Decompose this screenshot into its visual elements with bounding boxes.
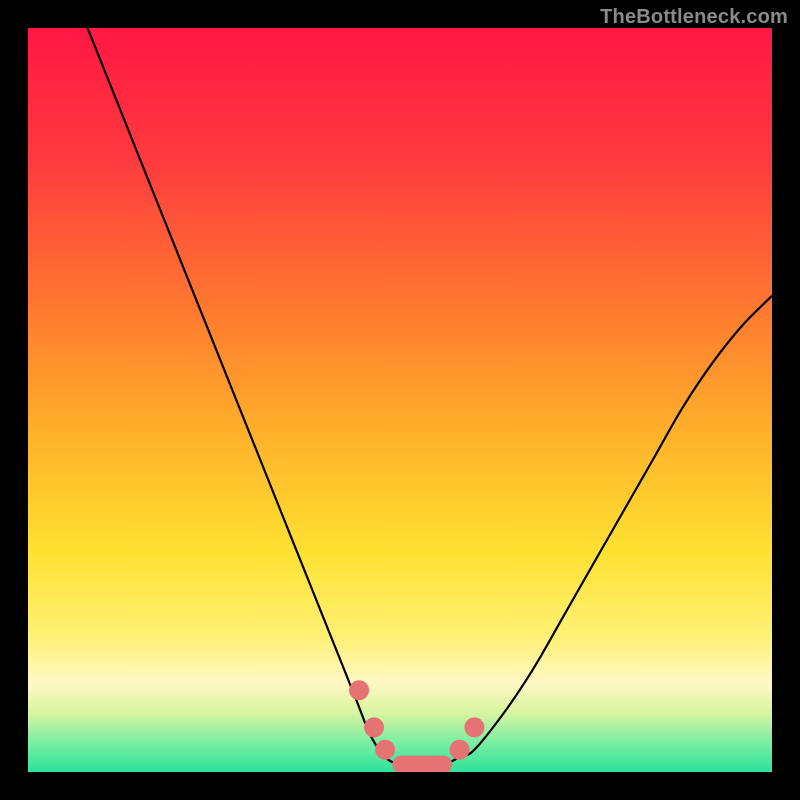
- marker-dot: [349, 680, 369, 700]
- bottleneck-curve: [28, 28, 772, 772]
- plot-area: [28, 28, 772, 772]
- chart-frame: TheBottleneck.com: [0, 0, 800, 800]
- marker-pill: [392, 756, 452, 772]
- marker-dot: [450, 740, 470, 760]
- marker-dot: [464, 717, 484, 737]
- marker-dot: [375, 740, 395, 760]
- marker-dot: [364, 717, 384, 737]
- watermark-label: TheBottleneck.com: [600, 6, 788, 29]
